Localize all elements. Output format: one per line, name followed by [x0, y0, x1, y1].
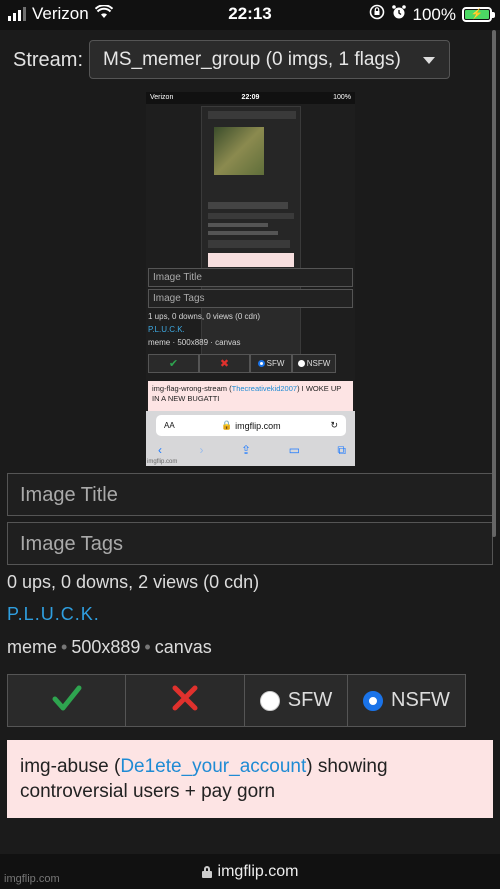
flag-prefix: img-abuse (: [20, 756, 121, 777]
meta-size: 500x889: [71, 637, 141, 657]
browser-url-bar[interactable]: imgflip.com: [0, 854, 500, 889]
embedded-back-icon: ‹: [158, 443, 162, 457]
embedded-safari-bar: AA 🔒 imgflip.com ↻ ‹ › ⇪ ▭ ⧉ imgflip.com: [146, 411, 355, 466]
lock-icon: [201, 866, 212, 878]
meme-image: Verizon 22:09 100% Image Title Image Tag…: [146, 92, 355, 466]
embedded-watermark: imgflip.com: [147, 459, 178, 465]
embedded-stats: 1 ups, 0 downs, 0 views (0 cdn): [148, 312, 261, 321]
approve-button[interactable]: [7, 674, 126, 727]
image-meta: meme • 500x889 • canvas: [7, 637, 212, 657]
checkmark-icon: [52, 684, 82, 718]
embedded-user-link: P.L.U.C.K.: [148, 325, 185, 334]
sfw-label: SFW: [287, 689, 333, 711]
imgflip-watermark: imgflip.com: [4, 873, 60, 885]
embedded-battery: 100%: [333, 94, 351, 101]
image-tags-input[interactable]: Image Tags: [7, 522, 493, 565]
sfw-radio[interactable]: [259, 690, 280, 711]
embedded-toolbar-icons: ‹ › ⇪ ▭ ⧉: [152, 443, 352, 458]
battery-percent: 100%: [412, 4, 456, 24]
embedded-tabs-icon: ⧉: [337, 443, 346, 457]
stream-select-value: MS_memer_group (0 imgs, 1 flags): [103, 48, 401, 70]
embedded-meta: meme · 500x889 · canvas: [148, 338, 241, 347]
embedded-time: 22:09: [241, 94, 260, 101]
alarm-icon: [391, 4, 407, 25]
embedded-image-title-field: Image Title: [148, 268, 353, 287]
image-tags-placeholder: Image Tags: [20, 533, 124, 555]
status-right: 100% ⚡: [369, 4, 495, 25]
nsfw-label: NSFW: [391, 689, 450, 711]
embedded-lock-icon: 🔒: [221, 420, 233, 430]
reject-button[interactable]: [126, 674, 245, 727]
flag-user-link[interactable]: De1ete_your_account: [120, 756, 306, 777]
image-title-input[interactable]: Image Title: [7, 473, 493, 516]
embedded-sfw-option: SFW: [250, 354, 292, 373]
meta-type: meme: [7, 637, 58, 657]
image-stats: 0 ups, 0 downs, 2 views (0 cdn): [7, 572, 260, 592]
nsfw-radio-option[interactable]: NSFW: [348, 674, 466, 727]
embedded-forward-icon: ›: [199, 443, 204, 457]
stream-select[interactable]: MS_memer_group (0 imgs, 1 flags): [89, 40, 450, 79]
embedded-address-bar: AA 🔒 imgflip.com ↻: [156, 415, 346, 436]
embedded-bookmarks-icon: ▭: [288, 443, 300, 457]
meta-format: canvas: [154, 637, 212, 657]
stream-row: Stream:: [13, 40, 83, 80]
status-bar: Verizon 22:13 100% ⚡: [0, 0, 500, 30]
moderation-buttons: SFW NSFW: [7, 674, 466, 727]
embedded-approve-icon: ✔: [148, 354, 199, 373]
stream-label: Stream:: [13, 48, 84, 71]
chevron-down-icon: [423, 57, 435, 64]
embedded-image-tags-field: Image Tags: [148, 289, 353, 308]
embedded-share-icon: ⇪: [241, 443, 252, 457]
sfw-radio-option[interactable]: SFW: [245, 674, 348, 727]
flag-note: img-abuse (De1ete_your_account) showing …: [7, 740, 493, 818]
embedded-moderation-buttons: ✔ ✖ SFW NSFW: [148, 354, 336, 373]
embedded-reload-icon: ↻: [330, 420, 338, 430]
image-title-placeholder: Image Title: [20, 484, 118, 506]
scrollbar[interactable]: [492, 30, 496, 537]
uploader-link[interactable]: P.L.U.C.K.: [7, 604, 100, 625]
orientation-lock-icon: [369, 4, 385, 25]
embedded-reject-icon: ✖: [199, 354, 250, 373]
cross-icon: [171, 684, 199, 718]
url-text: imgflip.com: [217, 863, 299, 880]
battery-icon: ⚡: [462, 7, 495, 22]
embedded-status-bar: Verizon 22:09 100%: [146, 92, 355, 104]
nsfw-radio[interactable]: [363, 690, 384, 711]
embedded-flag-note: img-flag-wrong-stream (Thecreativekid200…: [148, 381, 353, 411]
embedded-nsfw-option: NSFW: [292, 354, 336, 373]
